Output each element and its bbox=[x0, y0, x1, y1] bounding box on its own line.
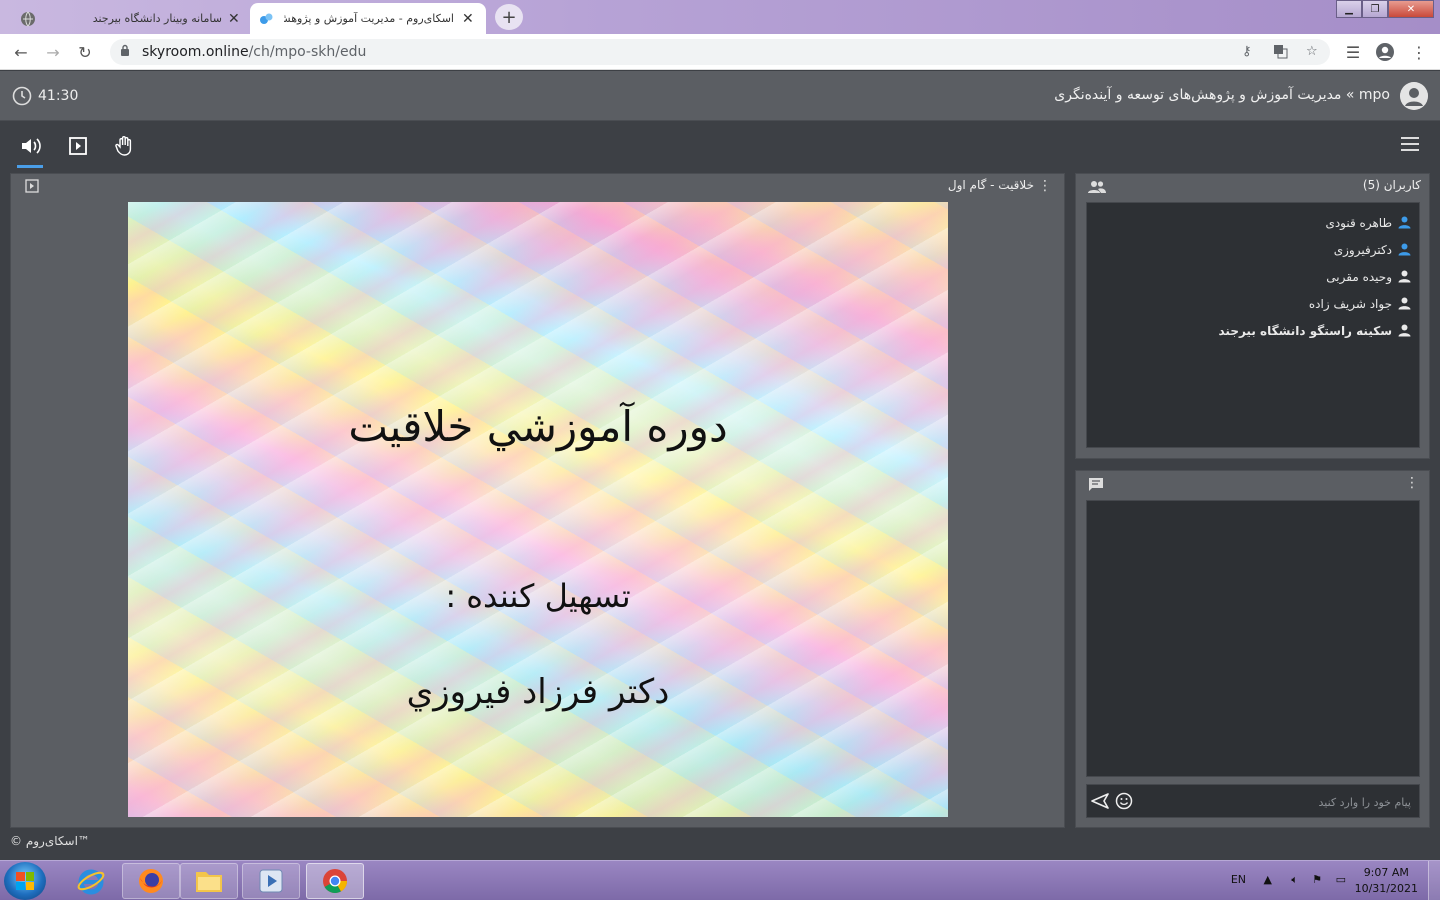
session-timer: 41:30 bbox=[12, 86, 78, 106]
key-icon[interactable]: ⚷ bbox=[1242, 44, 1252, 59]
taskbar-internet-explorer[interactable] bbox=[62, 863, 120, 899]
users-list: طاهره قنودی دکترفیروزی وحیده مقربی جواد … bbox=[1086, 202, 1420, 448]
system-clock[interactable]: 9:07 AM 10/31/2021 bbox=[1355, 865, 1418, 897]
timer-value: 41:30 bbox=[38, 88, 79, 104]
folder-icon bbox=[196, 872, 222, 892]
close-window-button[interactable]: ✕ bbox=[1388, 0, 1434, 18]
user-icon bbox=[1398, 297, 1411, 310]
back-arrow-icon[interactable]: ← bbox=[10, 41, 32, 63]
taskbar-chrome[interactable] bbox=[306, 863, 364, 899]
presentation-title: خلاقیت - گام اول bbox=[947, 178, 1034, 192]
user-icon bbox=[1398, 243, 1411, 256]
browser-menu-icon[interactable]: ⋮ bbox=[1408, 41, 1430, 63]
skyroom-favicon-icon bbox=[258, 11, 274, 27]
user-name: جواد شریف زاده bbox=[1308, 296, 1392, 311]
language-indicator[interactable]: EN bbox=[1231, 873, 1246, 886]
lock-icon bbox=[120, 44, 130, 60]
show-desktop-button[interactable] bbox=[1428, 861, 1440, 900]
user-item[interactable]: دکترفیروزی bbox=[1087, 236, 1419, 263]
presentation-panel: خلاقیت - گام اول ⋮ دوره آموزشي خلاقيت تس… bbox=[10, 173, 1065, 828]
slide-presenter: دكتر فرزاد فيروزي bbox=[406, 672, 670, 712]
user-item[interactable]: سکینه راستگو دانشگاه بیرجند bbox=[1087, 317, 1419, 344]
clock-icon bbox=[12, 86, 32, 106]
chat-message-input[interactable] bbox=[1151, 792, 1411, 812]
maximize-button[interactable]: ❐ bbox=[1362, 0, 1388, 18]
media-player-app-icon bbox=[259, 869, 283, 893]
chat-messages bbox=[1086, 500, 1420, 777]
user-icon bbox=[1398, 324, 1411, 337]
window-controls: ▁ ❐ ✕ bbox=[1336, 0, 1434, 18]
action-center-flag-icon[interactable]: ⚑ bbox=[1312, 873, 1322, 886]
new-tab-button[interactable]: + bbox=[495, 4, 523, 30]
user-icon bbox=[1398, 216, 1411, 229]
browser-tab-webinar[interactable]: سامانه وبینار دانشگاه بیرجند ✕ bbox=[6, 3, 246, 34]
show-hidden-icons-icon[interactable]: ▲ bbox=[1264, 873, 1272, 886]
profile-icon[interactable] bbox=[1374, 41, 1396, 63]
room-header: 41:30 mpo » مدیریت آموزش و پژوهش‌های توس… bbox=[0, 71, 1440, 121]
os-taskbar: EN ▲ 🔈︎ ⚑ ▭ 9:07 AM 10/31/2021 bbox=[0, 860, 1440, 900]
user-icon bbox=[1398, 270, 1411, 283]
taskbar-firefox[interactable] bbox=[122, 863, 180, 899]
slide-image: دوره آموزشي خلاقيت تسهيل كننده : دكتر فر… bbox=[128, 202, 948, 817]
url-path: /ch/mpo-skh/edu bbox=[248, 44, 367, 60]
send-icon[interactable] bbox=[1091, 792, 1109, 814]
emoji-icon[interactable] bbox=[1115, 792, 1133, 814]
room-title: mpo » مدیریت آموزش و پژوهش‌های توسعه و آ… bbox=[1054, 87, 1390, 103]
windows-logo-icon bbox=[16, 872, 34, 890]
translate-icon[interactable] bbox=[1273, 44, 1288, 63]
clock-date: 10/31/2021 bbox=[1354, 882, 1418, 895]
slide-title: دوره آموزشي خلاقيت bbox=[348, 402, 728, 451]
expand-panel-icon[interactable] bbox=[25, 179, 39, 197]
forward-arrow-icon[interactable]: → bbox=[42, 41, 64, 63]
browser-tab-strip: سامانه وبینار دانشگاه بیرجند ✕ اسکای‌روم… bbox=[0, 0, 1440, 34]
chat-options-icon[interactable]: ⋮ bbox=[1405, 475, 1419, 491]
room-toolbar bbox=[0, 122, 1440, 170]
user-item[interactable]: طاهره قنودی bbox=[1087, 209, 1419, 236]
taskbar-file-explorer[interactable] bbox=[180, 863, 238, 899]
volume-icon[interactable]: 🔈︎ bbox=[1291, 873, 1298, 887]
slide-subtitle: تسهيل كننده : bbox=[445, 577, 631, 615]
browser-toolbar: ← → ↻ skyroom.online/ch/mpo-skh/edu ⚷ ☆ … bbox=[0, 34, 1440, 70]
tab-close-icon[interactable]: ✕ bbox=[462, 11, 474, 27]
minimize-button[interactable]: ▁ bbox=[1336, 0, 1362, 18]
media-player-icon[interactable] bbox=[66, 134, 90, 158]
reload-icon[interactable]: ↻ bbox=[74, 41, 96, 63]
internet-explorer-icon bbox=[77, 869, 105, 895]
user-name: وحیده مقربی bbox=[1326, 269, 1392, 284]
raise-hand-icon[interactable] bbox=[113, 134, 137, 158]
slide-background bbox=[128, 202, 948, 817]
browser-tab-skyroom[interactable]: اسکای‌روم - مدیریت آموزش و پژوهش‌های ✕ bbox=[250, 3, 486, 34]
users-group-icon bbox=[1088, 180, 1106, 198]
chat-panel: ⋮ bbox=[1075, 470, 1430, 828]
user-item[interactable]: وحیده مقربی bbox=[1087, 263, 1419, 290]
hamburger-menu-icon[interactable] bbox=[1400, 136, 1420, 156]
firefox-icon bbox=[139, 869, 163, 893]
user-name: دکترفیروزی bbox=[1333, 242, 1392, 257]
presentation-options-icon[interactable]: ⋮ bbox=[1038, 178, 1052, 194]
url-text: skyroom.online/ch/mpo-skh/edu bbox=[142, 44, 366, 60]
address-bar[interactable]: skyroom.online/ch/mpo-skh/edu ⚷ ☆ bbox=[110, 39, 1330, 65]
taskbar-media-player[interactable] bbox=[242, 863, 300, 899]
reading-list-icon[interactable]: ☰ bbox=[1342, 41, 1364, 63]
chat-input-bar bbox=[1086, 784, 1420, 818]
clock-time: 9:07 AM bbox=[1363, 866, 1409, 879]
tab-close-icon[interactable]: ✕ bbox=[228, 11, 240, 27]
user-name: طاهره قنودی bbox=[1325, 215, 1392, 230]
footer-copyright: © اسکای‌روم™ bbox=[10, 834, 90, 848]
user-name: سکینه راستگو دانشگاه بیرجند bbox=[1218, 323, 1392, 338]
network-icon[interactable]: ▭ bbox=[1336, 873, 1346, 886]
user-item[interactable]: جواد شریف زاده bbox=[1087, 290, 1419, 317]
users-panel: کاربران (5) طاهره قنودی دکترفیروزی وحیده… bbox=[1075, 173, 1430, 459]
tab-title: اسکای‌روم - مدیریت آموزش و پژوهش‌های bbox=[284, 12, 454, 25]
chat-icon bbox=[1088, 477, 1104, 497]
chrome-icon bbox=[323, 869, 347, 894]
globe-icon bbox=[20, 11, 36, 27]
start-button[interactable] bbox=[4, 862, 46, 900]
speaker-icon[interactable] bbox=[17, 134, 43, 168]
tab-title: سامانه وبینار دانشگاه بیرجند bbox=[92, 12, 222, 25]
users-count-label: کاربران (5) bbox=[1362, 178, 1421, 192]
bookmark-star-icon[interactable]: ☆ bbox=[1306, 44, 1318, 59]
url-host: skyroom.online bbox=[142, 44, 249, 60]
avatar[interactable] bbox=[1400, 82, 1428, 110]
